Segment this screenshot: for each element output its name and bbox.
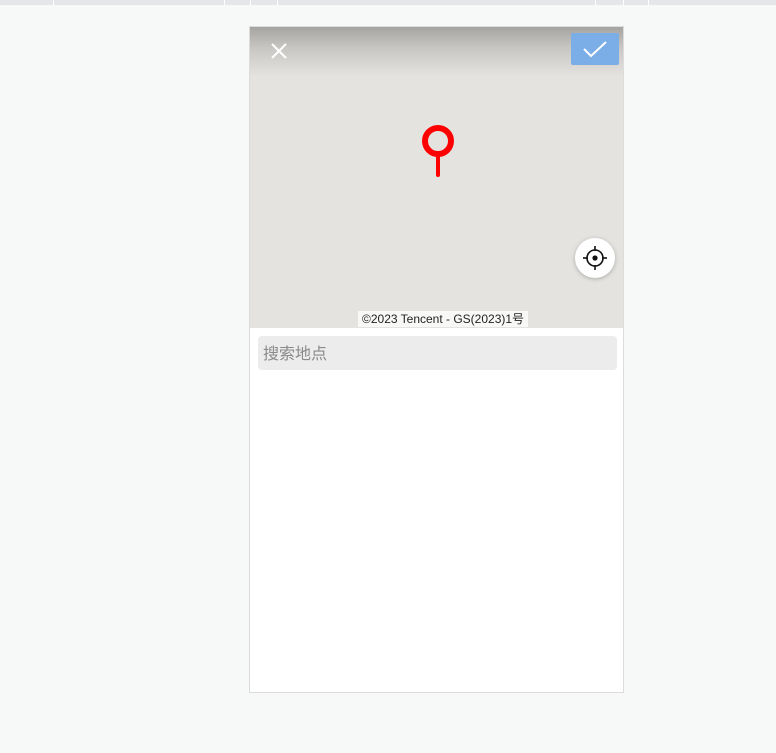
close-button[interactable] [266, 38, 292, 64]
strip-divider [648, 0, 649, 5]
search-input[interactable] [258, 336, 617, 370]
strip-divider [277, 0, 278, 5]
strip-divider [53, 0, 54, 5]
confirm-button[interactable] [571, 33, 619, 65]
browser-top-strip [0, 0, 776, 5]
location-picker-panel: ©2023 Tencent - GS(2023)1号 [249, 26, 624, 693]
close-icon [271, 43, 287, 59]
map-copyright: ©2023 Tencent - GS(2023)1号 [358, 311, 529, 327]
map-top-shade [250, 27, 623, 77]
locate-me-button[interactable] [575, 238, 615, 278]
location-pin [421, 125, 455, 179]
map-view[interactable]: ©2023 Tencent - GS(2023)1号 [250, 27, 623, 328]
strip-divider [250, 0, 251, 5]
search-results-list [250, 377, 623, 692]
strip-divider [623, 0, 624, 5]
check-icon [583, 41, 607, 58]
search-box[interactable] [258, 336, 617, 370]
strip-divider [224, 0, 225, 5]
map-pin-icon [422, 125, 454, 177]
strip-divider [595, 0, 596, 5]
crosshair-icon [583, 246, 607, 270]
